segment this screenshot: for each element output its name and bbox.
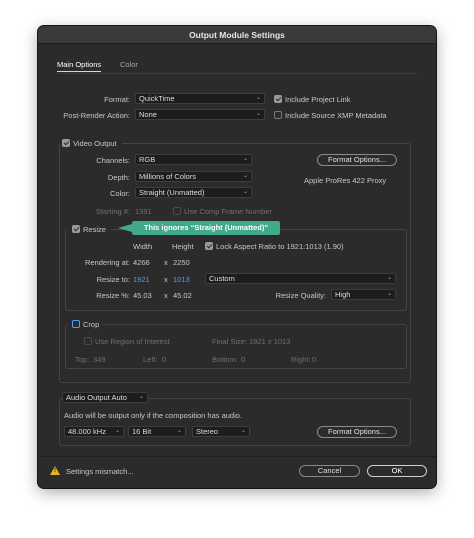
include-xmp-checkbox[interactable]	[274, 111, 282, 119]
include-xmp-label: Include Source XMP Metadata	[285, 111, 387, 120]
crop-top-label: Top:	[75, 355, 90, 364]
tab-main-options[interactable]: Main Options	[57, 60, 102, 72]
rendering-height: 2250	[173, 258, 190, 267]
chevron-down-icon: ⌄	[242, 189, 248, 195]
audio-panel	[59, 398, 411, 446]
resize-pct-height: 45.02	[173, 291, 192, 300]
channels-label: Channels:	[96, 156, 130, 165]
crop-top-value: 349	[93, 355, 106, 364]
post-render-label: Post-Render Action:	[63, 111, 130, 120]
rendering-width: 4266	[133, 258, 150, 267]
resize-label: Resize	[83, 225, 106, 234]
audio-note: Audio will be output only if the composi…	[64, 411, 243, 420]
cancel-button[interactable]: Cancel	[299, 465, 360, 477]
final-size-text: Final Size: 1921 x 1013	[212, 337, 291, 346]
crop-label: Crop	[83, 320, 100, 329]
audio-format-options-button[interactable]: Format Options...	[317, 426, 397, 438]
starting-number-label: Starting #:	[95, 207, 130, 216]
chevron-down-icon: ⌄	[242, 156, 248, 162]
chevron-down-icon: ⌄	[386, 291, 392, 297]
crop-bottom-value: 0	[241, 355, 246, 364]
use-roi-label: Use Region of Interest	[95, 337, 170, 346]
chevron-down-icon: ⌄	[255, 111, 261, 117]
resize-quality-label: Resize Quality:	[275, 291, 326, 300]
use-roi-checkbox[interactable]	[84, 337, 92, 345]
include-project-link-label: Include Project Link	[285, 95, 351, 104]
footer-divider	[38, 456, 436, 457]
depth-select[interactable]: Millions of Colors ⌄	[135, 171, 252, 182]
resize-pct-width: 45.03	[133, 291, 152, 300]
starting-number-value: 1391	[135, 207, 152, 216]
use-comp-frame-checkbox[interactable]	[173, 207, 181, 215]
audio-bits-select[interactable]: 16 Bit ⌄	[128, 426, 186, 437]
format-select[interactable]: QuickTime ⌄	[135, 93, 265, 104]
use-comp-frame-label: Use Comp Frame Number	[184, 207, 272, 216]
chevron-down-icon: ⌄	[240, 428, 246, 434]
video-output-label: Video Output	[73, 139, 117, 148]
chevron-down-icon: ⌄	[138, 394, 144, 400]
tab-color[interactable]: Color	[120, 60, 138, 69]
crop-bottom-label: Bottom:	[212, 355, 238, 364]
resize-preset-select[interactable]: Custom ⌄	[205, 273, 396, 284]
chevron-down-icon: ⌄	[176, 428, 182, 434]
chevron-down-icon: ⌄	[255, 95, 261, 101]
format-label: Format:	[104, 95, 130, 104]
codec-text: Apple ProRes 422 Proxy	[304, 176, 387, 185]
resize-quality-select[interactable]: High ⌄	[331, 289, 396, 300]
lock-aspect-label: Lock Aspect Ratio to 1921:1013 (1.90)	[216, 242, 344, 251]
resize-to-width-field[interactable]: 1921	[133, 275, 150, 284]
audio-output-select[interactable]: Audio Output Auto ⌄	[62, 392, 148, 403]
channels-select[interactable]: RGB ⌄	[135, 154, 252, 165]
annotation-callout: This ignores “Straight (Unmatted)”	[132, 221, 280, 235]
color-select[interactable]: Straight (Unmatted) ⌄	[135, 187, 252, 198]
resize-to-height-field[interactable]: 1013	[173, 275, 190, 284]
resize-to-x: x	[164, 275, 168, 284]
depth-label: Depth:	[107, 173, 130, 182]
callout-arrow	[118, 224, 132, 232]
chevron-down-icon: ⌄	[386, 275, 392, 281]
dialog-title: Output Module Settings	[38, 26, 436, 44]
crop-right-value: 0	[312, 355, 317, 364]
audio-rate-select[interactable]: 48.000 kHz ⌄	[64, 426, 124, 437]
crop-right-label: Right:	[291, 355, 311, 364]
chevron-down-icon: ⌄	[242, 173, 248, 179]
resize-pct-label: Resize %:	[96, 291, 130, 300]
video-output-checkbox[interactable]	[62, 139, 70, 147]
chevron-down-icon: ⌄	[114, 428, 120, 434]
color-label: Color:	[109, 189, 130, 198]
post-render-select[interactable]: None ⌄	[135, 109, 265, 120]
resize-checkbox[interactable]	[72, 225, 80, 233]
tab-divider	[57, 73, 417, 74]
resize-to-label: Resize to:	[96, 275, 130, 284]
lock-aspect-checkbox[interactable]	[205, 242, 213, 250]
width-header: Width	[133, 242, 153, 251]
include-project-link-checkbox[interactable]	[274, 95, 282, 103]
settings-mismatch-text: Settings mismatch...	[66, 467, 134, 476]
video-format-options-button[interactable]: Format Options...	[317, 154, 397, 166]
rendering-at-label: Rendering at:	[84, 258, 130, 267]
height-header: Height	[172, 242, 194, 251]
audio-channels-select[interactable]: Stereo ⌄	[192, 426, 250, 437]
ok-button[interactable]: OK	[367, 465, 427, 477]
crop-checkbox[interactable]	[72, 320, 80, 328]
resize-pct-x: x	[164, 291, 168, 300]
crop-left-label: Left:	[143, 355, 158, 364]
crop-left-value: 0	[162, 355, 167, 364]
rendering-x: x	[164, 258, 168, 267]
